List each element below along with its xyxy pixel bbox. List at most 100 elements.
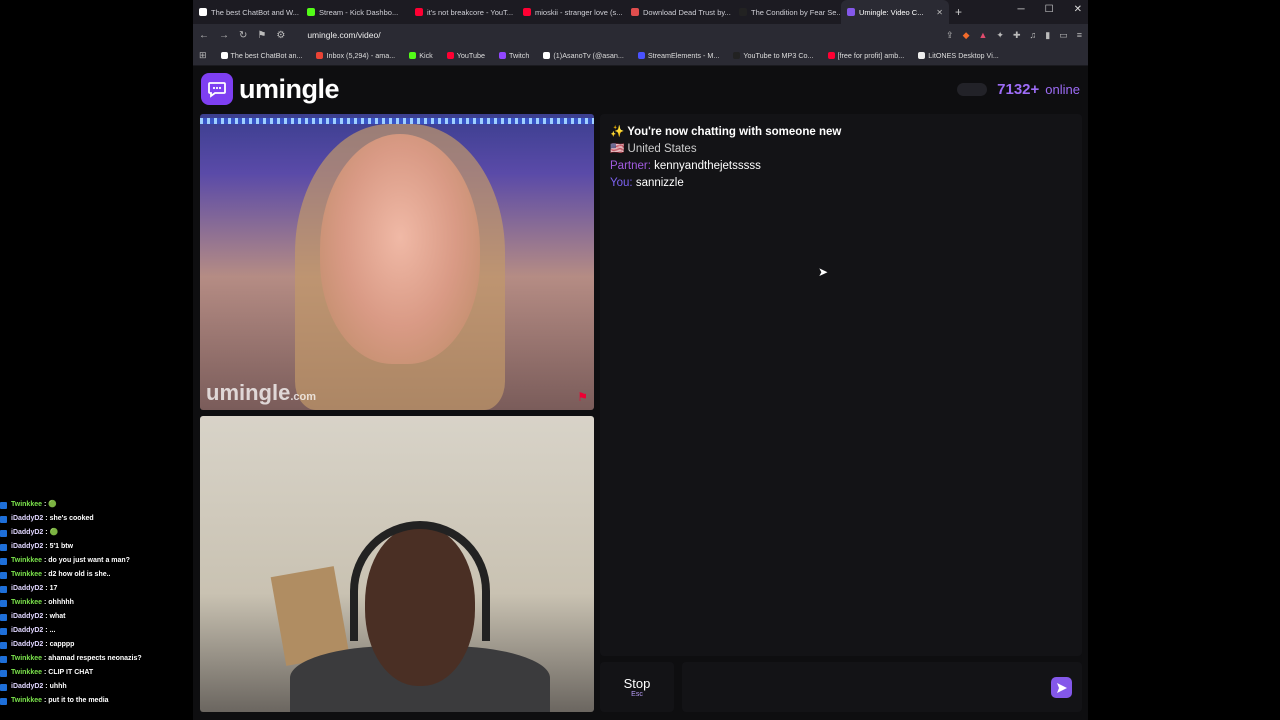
tab-favicon-icon <box>631 8 639 16</box>
reload-icon[interactable]: ↻ <box>239 30 247 41</box>
chat-username: iDaddyD2 <box>11 683 44 690</box>
tab-3[interactable]: mioskii - stranger love (s... <box>517 0 625 24</box>
tab-2[interactable]: it's not breakcore - YouT... <box>409 0 517 24</box>
badge-icon <box>0 641 7 649</box>
tab-bar: The best ChatBot and W... Stream - Kick D… <box>193 0 1088 24</box>
chat-text: : uhhh <box>45 683 67 690</box>
extension-icon[interactable]: ✦ <box>996 30 1004 41</box>
chat-username: iDaddyD2 <box>11 627 44 634</box>
bookmark-favicon-icon <box>446 52 454 59</box>
tab-title: Stream - Kick Dashbo... <box>319 7 399 17</box>
chat-status: ✨ You're now chatting with someone new <box>610 126 842 138</box>
bookmark-6[interactable]: StreamElements - M... <box>637 51 719 60</box>
chat-text: : 🟢 <box>44 501 57 508</box>
mouse-cursor-icon: ➤ <box>818 265 829 279</box>
bookmark-1[interactable]: Inbox (5,294) - ama... <box>316 51 395 60</box>
share-icon[interactable]: ⇪ <box>946 30 954 41</box>
you-label: You: <box>610 177 633 189</box>
chat-text: : d2 how old is she.. <box>44 571 111 578</box>
tab-title: The best ChatBot and W... <box>211 7 299 17</box>
stream-chat-message: Twinkkee: 🟢 <box>0 498 190 512</box>
message-input[interactable] <box>682 662 1082 712</box>
rewards-icon[interactable]: ▲ <box>979 30 988 41</box>
tab-6[interactable]: Umingle: Video C... ✕ <box>841 0 949 24</box>
stream-chat-message: iDaddyD2: ... <box>0 624 190 638</box>
tab-1[interactable]: Stream - Kick Dashbo... <box>301 0 409 24</box>
online-counter: 7132+ online <box>957 81 1080 98</box>
close-icon[interactable]: ✕ <box>1074 4 1082 15</box>
back-icon[interactable]: ← <box>199 30 209 41</box>
chat-controls: Stop Esc <box>600 661 1082 713</box>
url-field[interactable]: umingle.com/video/ <box>307 30 380 40</box>
bookmark-4[interactable]: Twitch <box>499 51 529 60</box>
bookmark-0[interactable]: The best ChatBot an... <box>220 51 303 60</box>
chat-username: Twinkkee <box>11 571 42 578</box>
brave-shield-icon[interactable]: ◆ <box>963 30 970 41</box>
bookmark-3[interactable]: YouTube <box>446 51 485 60</box>
bookmark-7[interactable]: YouTube to MP3 Co... <box>733 51 814 60</box>
tab-0[interactable]: The best ChatBot and W... <box>193 0 301 24</box>
bookmark-2[interactable]: Kick <box>409 51 433 60</box>
bookmark-label: The best ChatBot an... <box>230 51 303 60</box>
stop-button[interactable]: Stop Esc <box>600 662 674 712</box>
send-button[interactable] <box>1051 677 1072 698</box>
chat-text: : ohhhhh <box>44 599 74 606</box>
sidebar-icon[interactable]: ▮ <box>1045 30 1050 41</box>
chat-text: : what <box>45 613 66 620</box>
badge-icon <box>0 529 7 537</box>
new-tab-icon[interactable]: + <box>949 5 968 19</box>
self-video <box>200 416 594 712</box>
wallet-icon[interactable]: ▭ <box>1059 30 1068 41</box>
chat-text: : ... <box>45 627 56 634</box>
tab-title: Umingle: Video C... <box>859 7 924 17</box>
tab-favicon-icon <box>523 8 531 16</box>
stream-chat-message: iDaddyD2: what <box>0 610 190 624</box>
bookmark-label: [free for profit] amb... <box>837 51 905 60</box>
window-controls: ─ ☐ ✕ <box>1018 4 1082 15</box>
headset <box>350 521 490 641</box>
chat-text: : 17 <box>45 585 58 592</box>
chat-text: : 🟢 <box>45 529 59 536</box>
bookmark-favicon-icon <box>220 52 228 59</box>
bookmark-label: YouTube to MP3 Co... <box>743 51 814 60</box>
bookmark-label: Inbox (5,294) - ama... <box>326 51 396 60</box>
report-flag-icon[interactable]: ⚑ <box>577 390 588 404</box>
site-logo[interactable]: umingle <box>201 73 340 105</box>
you-name: sannizzle <box>635 177 684 189</box>
tab-4[interactable]: Download Dead Trust by... <box>625 0 733 24</box>
stream-chat-message: Twinkkee: CLIP IT CHAT <box>0 666 190 680</box>
puzzle-icon[interactable]: ✚ <box>1013 30 1021 41</box>
video-watermark: umingle.com <box>206 380 317 405</box>
toolbar-icons: ⇪ ◆ ▲ ✦ ✚ ♫ ▮ ▭ ≡ <box>946 30 1082 41</box>
menu-icon[interactable]: ≡ <box>1077 30 1082 41</box>
minimize-icon[interactable]: ─ <box>1018 4 1025 15</box>
chat-username: iDaddyD2 <box>11 543 44 550</box>
stop-label: Stop <box>623 676 651 691</box>
bookmark-9[interactable]: LitONES Desktop Vi... <box>918 51 999 60</box>
maximize-icon[interactable]: ☐ <box>1045 4 1054 15</box>
media-icon[interactable]: ♫ <box>1030 30 1037 41</box>
theme-toggle[interactable] <box>957 83 988 96</box>
tab-favicon-icon <box>415 8 423 16</box>
close-tab-icon[interactable]: ✕ <box>936 8 943 17</box>
site-info-icon[interactable]: ⚙ <box>276 30 285 41</box>
badge-icon <box>0 655 7 663</box>
you-line: You: sannizzle <box>610 176 1072 190</box>
online-label: online <box>1045 82 1080 97</box>
chat-panel: ✨ You're now chatting with someone new 🇺… <box>600 114 1082 656</box>
badge-icon <box>0 669 7 677</box>
badge-icon <box>0 571 7 579</box>
apps-icon[interactable]: ⊞ <box>199 50 207 61</box>
stream-chat-message: Twinkkee: put it to the media <box>0 694 190 708</box>
us-flag-icon: 🇺🇸 <box>610 143 625 155</box>
tab-5[interactable]: The Condition by Fear Se... <box>733 0 841 24</box>
partner-video: umingle.com ⚑ <box>200 114 594 410</box>
umingle-page: umingle 7132+ online umingle.com ⚑ ✨ You… <box>193 66 1088 720</box>
chat-text: : CLIP IT CHAT <box>44 669 94 676</box>
forward-icon[interactable]: → <box>219 30 229 41</box>
stream-chat-message: Twinkkee: ahamad respects neonazis? <box>0 652 190 666</box>
bookmark-label: LitONES Desktop Vi... <box>928 51 999 60</box>
bookmark-5[interactable]: (1)AsanoTv (@asan... <box>543 51 624 60</box>
bookmark-icon[interactable]: ⚑ <box>257 30 266 41</box>
bookmark-8[interactable]: [free for profit] amb... <box>827 51 905 60</box>
